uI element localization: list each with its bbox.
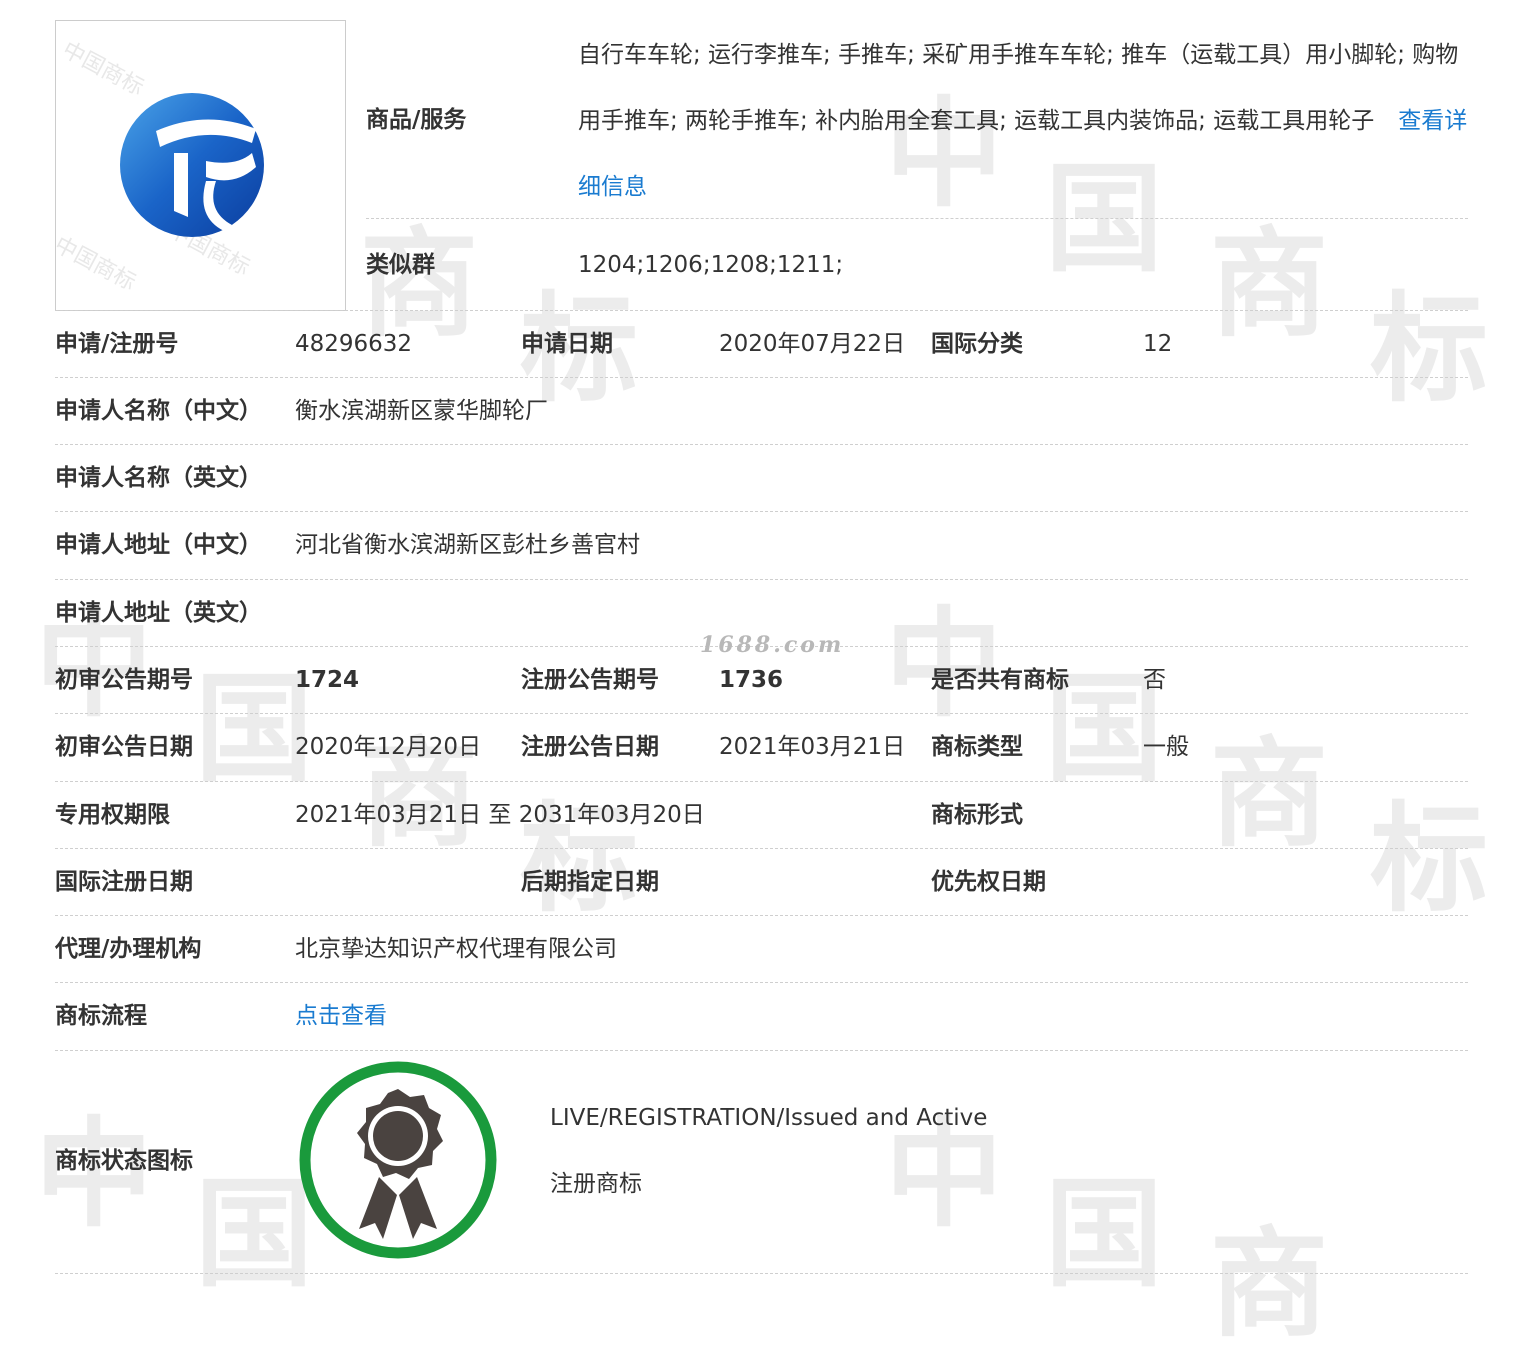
applicant-name-en-label: 申请人名称（英文） bbox=[55, 465, 262, 491]
goods-label: 商品/服务 bbox=[366, 107, 467, 133]
status-icon-label: 商标状态图标 bbox=[55, 1148, 193, 1174]
prelim-issue-no-value: 1724 bbox=[295, 667, 360, 693]
info-row: 初审公告日期 2020年12月20日 注册公告日期 2021年03月21日 商标… bbox=[55, 714, 1468, 782]
exclusive-period-value: 2021年03月21日 至 2031年03月20日 bbox=[295, 802, 705, 828]
prelim-date-label: 初审公告日期 bbox=[55, 734, 193, 760]
tm-type-label: 商标类型 bbox=[931, 734, 1023, 760]
app-date-label: 申请日期 bbox=[521, 331, 613, 357]
site-watermark: 1688.com bbox=[700, 632, 845, 658]
info-row: 代理/办理机构 北京挚达知识产权代理有限公司 bbox=[55, 916, 1468, 983]
registered-badge-icon bbox=[299, 1061, 497, 1259]
applicant-name-cn-value: 衡水滨湖新区蒙华脚轮厂 bbox=[295, 398, 548, 424]
priority-date-label: 优先权日期 bbox=[931, 869, 1046, 895]
prelim-issue-no-label: 初审公告期号 bbox=[55, 667, 193, 693]
agency-label: 代理/办理机构 bbox=[55, 936, 202, 962]
info-row: 国际注册日期 后期指定日期 优先权日期 bbox=[55, 849, 1468, 916]
similar-group-value: 1204;1206;1208;1211; bbox=[578, 252, 844, 278]
prelim-date-value: 2020年12月20日 bbox=[295, 734, 482, 760]
tm-process-link[interactable]: 点击查看 bbox=[295, 1001, 387, 1031]
tm-type-value: 一般 bbox=[1143, 734, 1189, 760]
reg-issue-no-label: 注册公告期号 bbox=[521, 667, 659, 693]
applicant-addr-en-label: 申请人地址（英文） bbox=[55, 600, 262, 626]
info-row: 申请人地址（中文） 河北省衡水滨湖新区彭杜乡善官村 bbox=[55, 512, 1468, 580]
tm-process-label: 商标流程 bbox=[55, 1003, 147, 1029]
info-row: 申请/注册号 48296632 申请日期 2020年07月22日 国际分类 12 bbox=[55, 311, 1468, 378]
app-no-label: 申请/注册号 bbox=[55, 331, 179, 357]
intl-class-label: 国际分类 bbox=[931, 331, 1023, 357]
reg-date-value: 2021年03月21日 bbox=[719, 734, 906, 760]
later-designation-date-label: 后期指定日期 bbox=[521, 869, 659, 895]
status-cn-text: 注册商标 bbox=[550, 1171, 642, 1197]
divider bbox=[366, 218, 1468, 219]
intl-class-value: 12 bbox=[1143, 331, 1173, 357]
app-date-value: 2020年07月22日 bbox=[719, 331, 906, 357]
info-row: 申请人名称（英文） bbox=[55, 445, 1468, 512]
intl-reg-date-label: 国际注册日期 bbox=[55, 869, 193, 895]
tm-form-label: 商标形式 bbox=[931, 802, 1023, 828]
goods-list: 自行车车轮; 运行李推车; 手推车; 采矿用手推车车轮; 推车（运载工具）用小脚… bbox=[578, 42, 1459, 134]
exclusive-period-label: 专用权期限 bbox=[55, 802, 170, 828]
status-en-text: LIVE/REGISTRATION/Issued and Active bbox=[550, 1105, 988, 1131]
logo-graphic bbox=[120, 93, 264, 237]
app-no-value: 48296632 bbox=[295, 331, 413, 357]
goods-services-text: 自行车车轮; 运行李推车; 手推车; 采矿用手推车车轮; 推车（运载工具）用小脚… bbox=[578, 22, 1468, 220]
info-row: 申请人名称（中文） 衡水滨湖新区蒙华脚轮厂 bbox=[55, 378, 1468, 445]
applicant-addr-cn-value: 河北省衡水滨湖新区彭杜乡善官村 bbox=[295, 532, 640, 558]
info-row: 商标流程 点击查看 bbox=[55, 983, 1468, 1051]
similar-group-label: 类似群 bbox=[366, 252, 435, 278]
agency-value: 北京挚达知识产权代理有限公司 bbox=[295, 936, 617, 962]
info-row: 专用权期限 2021年03月21日 至 2031年03月20日 商标形式 bbox=[55, 782, 1468, 849]
shared-mark-value: 否 bbox=[1143, 667, 1166, 693]
status-row: 商标状态图标 LIVE/REGISTRATION/Issued and Acti… bbox=[55, 1051, 1468, 1274]
applicant-name-cn-label: 申请人名称（中文） bbox=[55, 398, 262, 424]
applicant-addr-cn-label: 申请人地址（中文） bbox=[55, 532, 262, 558]
reg-date-label: 注册公告日期 bbox=[521, 734, 659, 760]
trademark-image: 中国商标 中国商标 中国商标 bbox=[50, 20, 346, 311]
shared-mark-label: 是否共有商标 bbox=[931, 667, 1069, 693]
reg-issue-no-value: 1736 bbox=[719, 667, 784, 693]
